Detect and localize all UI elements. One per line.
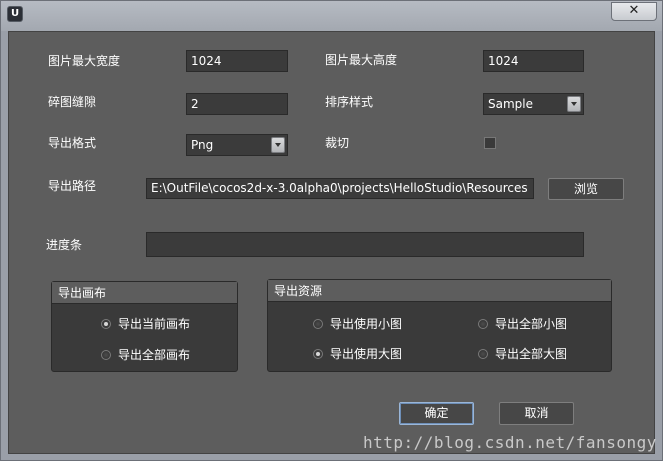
radio-export-used-large[interactable]: 导出使用大图 [313, 345, 402, 362]
gap-label: 碎图缝隙 [48, 95, 97, 109]
dialog-client-area: 图片最大宽度 1024 图片最大高度 1024 碎图缝隙 2 排序样式 Samp… [8, 31, 655, 454]
chevron-down-icon[interactable] [271, 137, 285, 153]
radio-export-all-canvas[interactable]: 导出全部画布 [101, 346, 190, 363]
progress-label: 进度条 [46, 238, 83, 252]
title-bar[interactable]: U ✕ [1, 1, 662, 31]
app-icon: U [7, 6, 23, 22]
export-resource-group: 导出资源 导出使用小图 导出全部小图 导出使用大图 导出全部大图 [267, 279, 612, 372]
export-canvas-group-title: 导出画布 [52, 282, 237, 304]
path-label: 导出路径 [48, 179, 97, 193]
close-button[interactable]: ✕ [611, 2, 657, 21]
ok-button[interactable]: 确定 [399, 402, 474, 425]
radio-export-all-small[interactable]: 导出全部小图 [478, 315, 567, 332]
max-width-label: 图片最大宽度 [48, 54, 121, 68]
max-height-label: 图片最大高度 [325, 53, 398, 67]
radio-export-used-small[interactable]: 导出使用小图 [313, 315, 402, 332]
sort-label: 排序样式 [325, 95, 374, 109]
export-canvas-group: 导出画布 导出当前画布 导出全部画布 [51, 281, 238, 372]
format-value: Png [191, 138, 214, 152]
format-select[interactable]: Png [186, 134, 288, 156]
watermark-url: http://blog.csdn.net/fansongy [363, 433, 657, 452]
trim-label: 裁切 [325, 136, 350, 150]
radio-button-icon[interactable] [313, 348, 323, 359]
radio-button-icon[interactable] [101, 318, 111, 329]
export-dialog-window: U ✕ 图片最大宽度 1024 图片最大高度 1024 碎图缝隙 2 排序样式 … [0, 0, 663, 461]
radio-button-icon[interactable] [313, 318, 323, 329]
radio-label: 导出全部画布 [118, 348, 191, 362]
export-path-input[interactable]: E:\OutFile\cocos2d-x-3.0alpha0\projects\… [146, 178, 534, 199]
cancel-button[interactable]: 取消 [499, 402, 574, 425]
max-height-input[interactable]: 1024 [483, 50, 584, 72]
trim-checkbox[interactable] [484, 137, 496, 149]
max-width-input[interactable]: 1024 [186, 50, 288, 72]
progress-bar [146, 232, 584, 257]
radio-label: 导出使用小图 [330, 317, 403, 331]
radio-export-current-canvas[interactable]: 导出当前画布 [101, 315, 190, 332]
chevron-down-icon[interactable] [567, 96, 581, 112]
radio-label: 导出当前画布 [118, 317, 191, 331]
radio-button-icon[interactable] [478, 348, 488, 359]
radio-button-icon[interactable] [101, 349, 111, 360]
radio-label: 导出全部小图 [495, 317, 568, 331]
radio-label: 导出全部大图 [495, 347, 568, 361]
radio-label: 导出使用大图 [330, 347, 403, 361]
format-label: 导出格式 [48, 136, 97, 150]
radio-export-all-large[interactable]: 导出全部大图 [478, 345, 567, 362]
browse-button[interactable]: 浏览 [548, 178, 624, 200]
export-resource-group-title: 导出资源 [268, 280, 611, 302]
sort-style-select[interactable]: Sample [483, 93, 584, 115]
sort-style-value: Sample [488, 97, 533, 111]
gap-input[interactable]: 2 [186, 93, 288, 115]
radio-button-icon[interactable] [478, 318, 488, 329]
